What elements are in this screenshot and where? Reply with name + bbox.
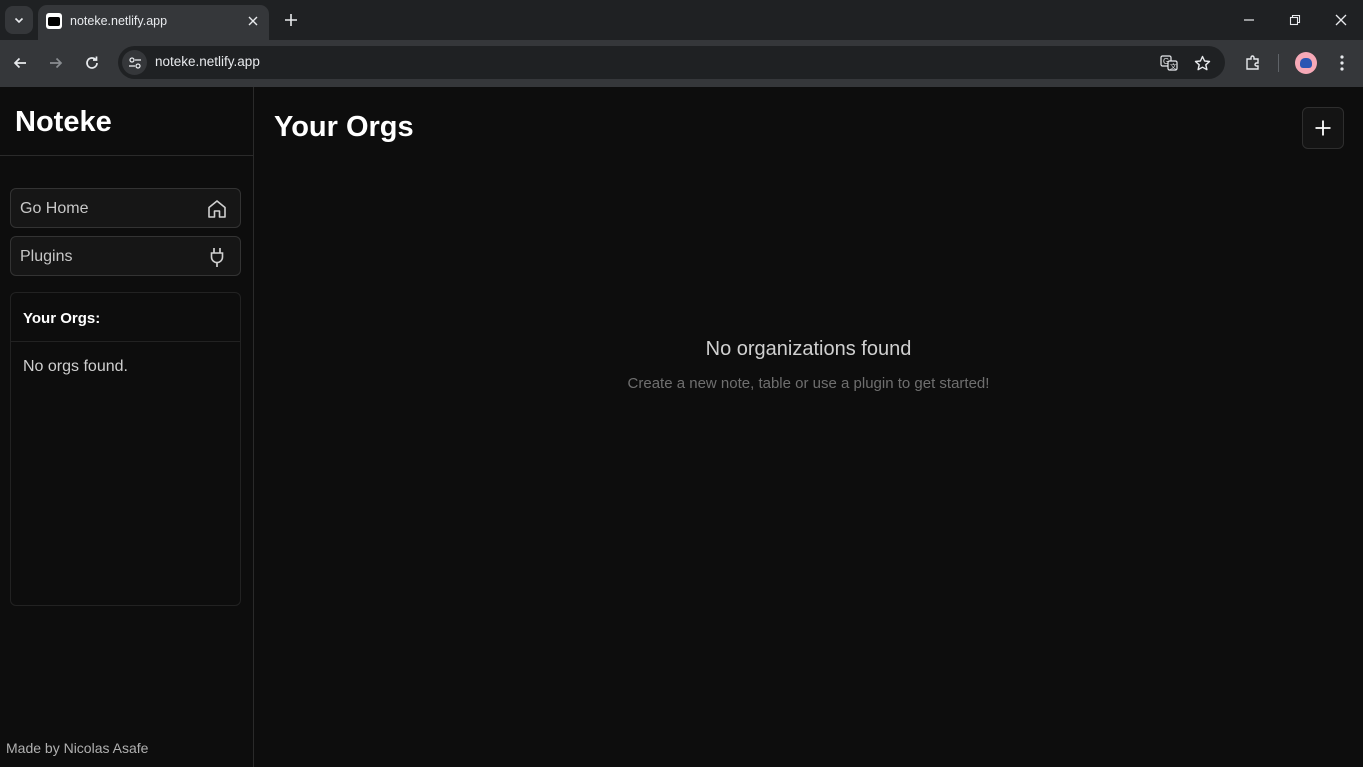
orgs-card-title: Your Orgs: xyxy=(23,310,101,327)
minimize-icon xyxy=(1244,19,1254,21)
star-icon xyxy=(1194,55,1210,70)
tab-search-button[interactable] xyxy=(5,6,33,34)
tab-close-button[interactable] xyxy=(245,13,261,29)
site-favicon-icon xyxy=(46,13,62,29)
back-button[interactable] xyxy=(7,50,33,76)
plugins-button[interactable]: Plugins xyxy=(10,236,241,276)
plugins-label: Plugins xyxy=(20,248,73,265)
divider xyxy=(11,341,240,342)
minimize-window-button[interactable] xyxy=(1235,6,1263,34)
empty-state-subtitle: Create a new note, table or use a plugin… xyxy=(627,375,990,392)
close-icon xyxy=(1335,14,1347,26)
restore-icon xyxy=(1289,14,1301,26)
browser-tab[interactable]: noteke.netlify.app xyxy=(38,5,269,40)
restore-window-button[interactable] xyxy=(1281,6,1309,34)
plus-icon xyxy=(1315,120,1331,136)
tab-title: noteke.netlify.app xyxy=(70,14,168,28)
sidebar: Noteke Go Home Plugins Your Orgs: No org… xyxy=(0,87,254,767)
app-logo-text[interactable]: Noteke xyxy=(15,106,112,139)
reload-icon xyxy=(86,56,98,69)
forward-button[interactable] xyxy=(43,50,69,76)
divider xyxy=(0,155,253,156)
reload-button[interactable] xyxy=(79,50,105,76)
add-org-button[interactable] xyxy=(1302,107,1344,149)
browser-toolbar: noteke.netlify.app G文 xyxy=(0,40,1363,87)
profile-avatar[interactable] xyxy=(1295,52,1317,74)
footer-credit: Made by Nicolas Asafe xyxy=(6,740,149,756)
page-title: Your Orgs xyxy=(274,111,414,143)
main-content: Your Orgs No organizations found Create … xyxy=(254,87,1363,767)
close-window-button[interactable] xyxy=(1327,6,1355,34)
arrow-right-icon xyxy=(50,57,63,69)
go-home-label: Go Home xyxy=(20,200,89,217)
plug-icon xyxy=(206,246,228,268)
arrow-left-icon xyxy=(13,57,26,69)
address-bar[interactable]: noteke.netlify.app G文 xyxy=(118,46,1225,79)
home-icon xyxy=(206,198,228,220)
empty-state-title: No organizations found xyxy=(705,338,912,360)
tune-icon xyxy=(128,56,141,69)
url-text[interactable]: noteke.netlify.app xyxy=(155,54,260,69)
browser-menu-button[interactable] xyxy=(1329,50,1355,76)
go-home-button[interactable]: Go Home xyxy=(10,188,241,228)
svg-text:文: 文 xyxy=(1170,62,1177,71)
new-tab-button[interactable] xyxy=(279,8,303,32)
browser-tabstrip: noteke.netlify.app xyxy=(0,0,1363,40)
close-icon xyxy=(248,16,258,26)
translate-icon: G文 xyxy=(1160,55,1178,71)
orgs-empty-text: No orgs found. xyxy=(23,358,128,375)
puzzle-icon xyxy=(1246,55,1259,70)
site-info-button[interactable] xyxy=(122,50,147,75)
more-vertical-icon xyxy=(1340,55,1344,71)
extensions-button[interactable] xyxy=(1240,50,1266,76)
orgs-card: Your Orgs: No orgs found. xyxy=(10,292,241,606)
plus-icon xyxy=(285,14,297,26)
toolbar-divider xyxy=(1278,54,1279,72)
chevron-down-icon xyxy=(14,17,24,24)
translate-button[interactable]: G文 xyxy=(1158,52,1180,74)
bookmark-button[interactable] xyxy=(1191,52,1213,74)
